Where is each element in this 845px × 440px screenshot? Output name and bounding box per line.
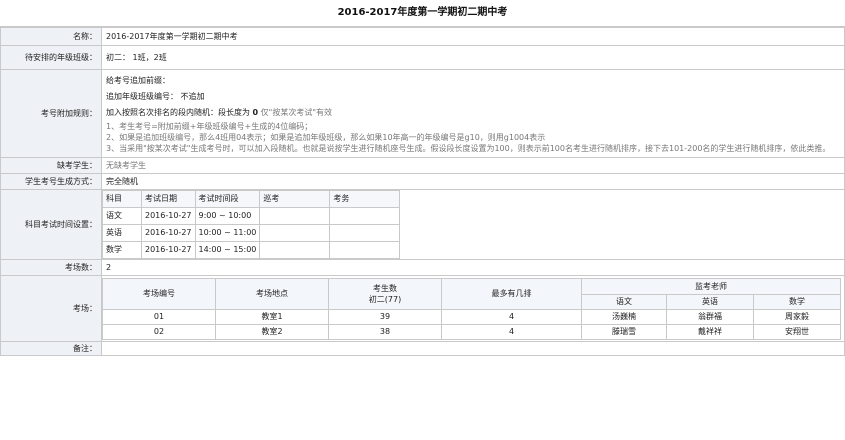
rules-hint-3: 3、当采用"按某次考试"生成考号时，可以加入段随机。也就是说按学生进行随机座号生…: [106, 144, 831, 153]
schedule-subject: 英语: [102, 224, 142, 242]
page-title: 2016-2017年度第一学期初二期中考: [0, 0, 845, 27]
schedule-date: 2016-10-27: [141, 207, 196, 225]
schedule-table: 科目 考试日期 考试时间段 巡考 考务 语文 2016-10-27 9:00 ~…: [102, 190, 401, 259]
schedule-header-time: 考试时间段: [194, 190, 261, 208]
row-number-mode: 学生考号生成方式： 完全随机: [0, 173, 845, 190]
rooms-header-count-sub: 初二(77): [368, 294, 402, 304]
classes-value: 初二： 1班，2班: [101, 45, 845, 70]
append-code-value: 不追加: [180, 92, 205, 101]
schedule-header-subject: 科目: [102, 190, 142, 208]
room-proctor-chinese: 汤巍楠: [581, 308, 667, 325]
schedule-header-patrol: 巡考: [259, 190, 331, 208]
segment-length-value: 0: [252, 108, 259, 117]
prefix-label: 给考号追加前缀：: [106, 76, 170, 85]
schedule-subject: 数学: [102, 241, 142, 259]
schedule-patrol: [259, 224, 331, 242]
append-code-line: 追加年级班级编号： 不追加: [106, 89, 840, 105]
rooms-label: 考场：: [0, 275, 102, 342]
remark-label: 备注：: [0, 341, 102, 356]
row-absent: 缺考学生： 无缺考学生: [0, 157, 845, 174]
schedule-header-affairs: 考务: [329, 190, 401, 208]
room-count: 39: [328, 308, 442, 325]
rooms-header-subject-math: 数学: [753, 293, 841, 310]
number-mode-label: 学生考号生成方式：: [0, 173, 102, 190]
room-proctor-english: 翁群福: [666, 308, 754, 325]
room-proctor-math: 周家毅: [753, 308, 841, 325]
name-label: 名称：: [0, 27, 102, 46]
room-max-rank: 4: [441, 308, 582, 325]
rooms-header-count-title: 考生数: [373, 283, 397, 293]
room-code: 02: [102, 323, 216, 340]
rooms-header-proctors: 监考老师: [581, 277, 841, 295]
room-max-rank: 4: [441, 323, 582, 340]
rules-label: 考号附加规则：: [0, 69, 102, 158]
schedule-affairs: [329, 224, 401, 242]
schedule-patrol: [259, 241, 331, 259]
schedule-patrol: [259, 207, 331, 225]
segment-random-line: 加入按照名次排名的段内随机：段长度为 0 仅"按某次考试"有效: [106, 105, 840, 121]
schedule-affairs: [329, 241, 401, 259]
rooms-header-max-rank: 最多有几排: [441, 277, 582, 310]
absent-label: 缺考学生：: [0, 157, 102, 174]
schedule-date: 2016-10-27: [141, 241, 196, 259]
schedule-row: 语文 2016-10-27 9:00 ~ 10:00: [102, 207, 401, 225]
room-count: 38: [328, 323, 442, 340]
row-schedule: 科目考试时间设置： 科目 考试日期 考试时间段 巡考 考务 语文 2016-10…: [0, 189, 845, 260]
rooms-table: 考场编号 考场地点 考生数 初二(77) 最多有几排 监考老师 语文 英语 数学 …: [102, 277, 841, 340]
segment-random-note: 仅"按某次考试"有效: [260, 108, 333, 117]
schedule-row: 数学 2016-10-27 14:00 ~ 15:00: [102, 241, 401, 259]
remark-value: [101, 341, 845, 356]
rules-hint-2: 2、如果是追加班级编号，那么4班用04表示；如果是追加年级班级，那么如果10年高…: [106, 133, 546, 142]
schedule-header-date: 考试日期: [141, 190, 196, 208]
row-classes: 待安排的年级班级： 初二： 1班，2班: [0, 45, 845, 70]
room-proctor-math: 安翔世: [753, 323, 841, 340]
room-proctor-chinese: 滕瑞雪: [581, 323, 667, 340]
rooms-header-count: 考生数 初二(77): [328, 277, 442, 310]
schedule-affairs: [329, 207, 401, 225]
schedule-time: 10:00 ~ 11:00: [194, 224, 261, 242]
classes-label: 待安排的年级班级：: [0, 45, 102, 70]
schedule-header-row: 科目 考试日期 考试时间段 巡考 考务: [102, 190, 401, 208]
append-code-label: 追加年级班级编号：: [106, 92, 178, 101]
room-count-value: 2: [101, 259, 845, 276]
room-place: 教室2: [215, 323, 329, 340]
row-remark: 备注：: [0, 341, 845, 356]
rooms-header-subject-english: 英语: [666, 293, 754, 310]
schedule-date: 2016-10-27: [141, 224, 196, 242]
schedule-time: 9:00 ~ 10:00: [194, 207, 261, 225]
rooms-header-code: 考场编号: [102, 277, 216, 310]
exam-detail-form: 名称： 2016-2017年度第一学期初二期中考 待安排的年级班级： 初二： 1…: [0, 27, 845, 356]
row-name: 名称： 2016-2017年度第一学期初二期中考: [0, 27, 845, 46]
schedule-time: 14:00 ~ 15:00: [194, 241, 261, 259]
room-code: 01: [102, 308, 216, 325]
absent-value: 无缺考学生: [101, 157, 845, 174]
segment-random-label: 加入按照名次排名的段内随机：段长度为: [106, 108, 250, 117]
room-place: 教室1: [215, 308, 329, 325]
room-count-label: 考场数：: [0, 259, 102, 276]
rooms-header-row: 考场编号 考场地点 考生数 初二(77) 最多有几排 监考老师: [102, 277, 841, 310]
name-value: 2016-2017年度第一学期初二期中考: [101, 27, 845, 46]
row-rooms: 考场： 考场编号 考场地点 考生数 初二(77) 最多有几排 监考老师 语文 英语…: [0, 275, 845, 342]
schedule-label: 科目考试时间设置：: [0, 189, 102, 260]
room-proctor-english: 戴祥祥: [666, 323, 754, 340]
room-row: 02 教室2 38 4 滕瑞雪 戴祥祥 安翔世: [102, 323, 841, 340]
rooms-header-place: 考场地点: [215, 277, 329, 310]
rules-value: 给考号追加前缀： 追加年级班级编号： 不追加 加入按照名次排名的段内随机：段长度…: [101, 69, 845, 158]
room-row: 01 教室1 39 4 汤巍楠 翁群福 周家毅: [102, 308, 841, 325]
row-rules: 考号附加规则： 给考号追加前缀： 追加年级班级编号： 不追加 加入按照名次排名的…: [0, 69, 845, 158]
schedule-subject: 语文: [102, 207, 142, 225]
number-mode-value: 完全随机: [101, 173, 845, 190]
schedule-row: 英语 2016-10-27 10:00 ~ 11:00: [102, 224, 401, 242]
rooms-header-subject-chinese: 语文: [581, 293, 667, 310]
rules-hint-1: 1、考生考号=附加前缀+年级班级编号+生成的4位编码；: [106, 122, 313, 131]
row-room-count: 考场数： 2: [0, 259, 845, 276]
